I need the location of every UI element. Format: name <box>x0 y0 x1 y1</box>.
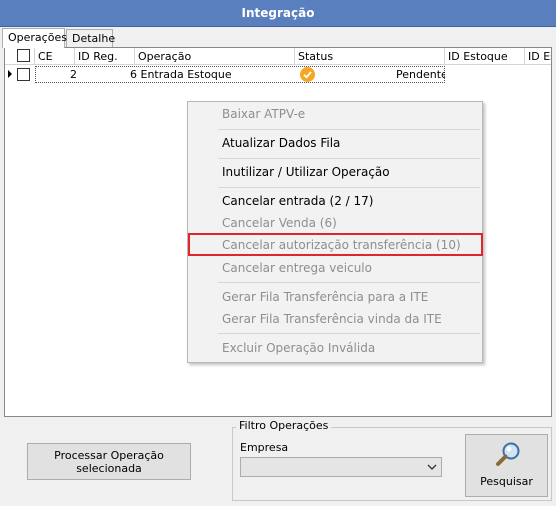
grid-header: CE ID Reg. Operação Status ID Estoque ID… <box>5 48 551 65</box>
cell-status: Pendente <box>396 68 445 81</box>
menu-item-atualizar-dados-fila[interactable]: Atualizar Dados Fila <box>222 136 340 150</box>
row-indicator-icon <box>8 70 12 78</box>
menu-item-baixar-atpv[interactable]: Baixar ATPV-e <box>222 107 305 121</box>
column-header-ce[interactable]: CE <box>35 48 75 65</box>
context-menu: Baixar ATPV-e Atualizar Dados Fila Inuti… <box>187 101 483 363</box>
menu-separator <box>218 282 480 283</box>
processar-operacao-label: Processar Operação selecionada <box>54 448 164 475</box>
tab-operacoes[interactable]: Operações <box>2 28 67 48</box>
chevron-down-icon <box>427 464 437 470</box>
search-icon <box>496 442 520 466</box>
tab-strip: Operações Detalhe <box>0 28 556 48</box>
pesquisar-button[interactable]: Pesquisar <box>465 434 548 497</box>
column-header-operacao[interactable]: Operação <box>135 48 295 65</box>
check-circle-icon <box>300 67 315 82</box>
menu-item-cancelar-entrada[interactable]: Cancelar entrada (2 / 17) <box>222 194 373 208</box>
menu-separator <box>218 333 480 334</box>
column-header-id-estoque[interactable]: ID Estoque <box>445 48 525 65</box>
menu-item-excluir-operacao-invalida[interactable]: Excluir Operação Inválida <box>222 341 375 355</box>
menu-separator <box>218 129 480 130</box>
empresa-select[interactable] <box>240 457 442 477</box>
column-header-id-es[interactable]: ID Es <box>525 48 551 65</box>
menu-item-cancelar-venda[interactable]: Cancelar Venda (6) <box>222 216 337 230</box>
column-header-id-reg[interactable]: ID Reg. <box>75 48 135 65</box>
cell-id-reg: 2 <box>70 68 77 81</box>
column-header-status[interactable]: Status <box>295 48 445 65</box>
filtro-operacoes-legend: Filtro Operações <box>236 419 332 432</box>
menu-item-cancelar-autorizacao-transferencia[interactable]: Cancelar autorização transferência (10) <box>222 238 461 252</box>
processar-operacao-button[interactable]: Processar Operação selecionada <box>27 443 191 480</box>
menu-separator <box>218 187 480 188</box>
window-title: Integração <box>241 6 315 20</box>
row-checkbox[interactable] <box>17 68 30 81</box>
table-row[interactable]: 2 6 Entrada Estoque Pendente <box>5 66 551 83</box>
select-all-checkbox[interactable] <box>17 49 30 62</box>
menu-item-cancelar-entrega-veiculo[interactable]: Cancelar entrega veiculo <box>222 261 372 275</box>
cell-operacao: 6 Entrada Estoque <box>130 68 232 81</box>
window-title-bar: Integração <box>0 0 556 27</box>
tab-detalhe[interactable]: Detalhe <box>66 29 115 48</box>
menu-item-gerar-fila-vinda-ite[interactable]: Gerar Fila Transferência vinda da ITE <box>222 312 442 326</box>
menu-separator <box>218 158 480 159</box>
pesquisar-label: Pesquisar <box>480 475 533 488</box>
header-select-all-cell <box>5 48 35 65</box>
empresa-label: Empresa <box>240 441 289 454</box>
menu-item-inutilizar-utilizar[interactable]: Inutilizar / Utilizar Operação <box>222 165 390 179</box>
menu-item-gerar-fila-para-ite[interactable]: Gerar Fila Transferência para a ITE <box>222 290 428 304</box>
